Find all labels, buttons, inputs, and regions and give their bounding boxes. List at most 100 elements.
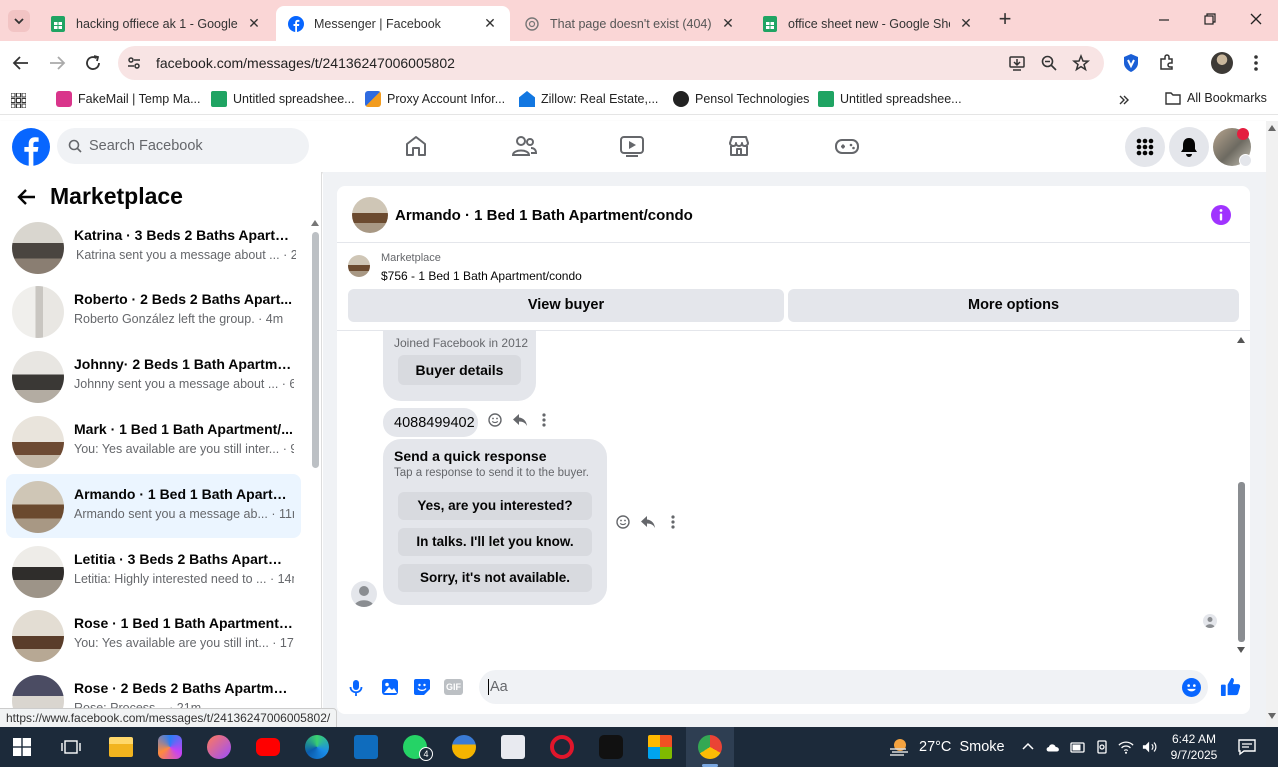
browser-tab-sheet-2[interactable]: office sheet new - Google Shee ✕ <box>750 6 986 41</box>
quick-response-in-talks[interactable]: In talks. I'll let you know. <box>398 528 592 556</box>
close-icon[interactable]: ✕ <box>482 15 498 32</box>
more-dots-icon[interactable] <box>541 412 547 428</box>
notification-center-icon[interactable] <box>1238 738 1256 756</box>
close-icon[interactable]: ✕ <box>246 15 262 32</box>
scroll-down-icon[interactable] <box>1268 713 1276 719</box>
emoji-icon[interactable] <box>1182 678 1201 697</box>
volume-icon[interactable] <box>1142 739 1158 755</box>
install-app-icon[interactable] <box>1008 54 1026 72</box>
bookmark-spreadsheet-1[interactable]: Untitled spreadshee... <box>211 91 355 107</box>
more-bookmarks-chevron-icon[interactable] <box>1118 94 1130 106</box>
listing-summary[interactable]: Marketplace $756 - 1 Bed 1 Bath Apartmen… <box>337 243 1250 287</box>
opera-icon[interactable] <box>550 735 574 759</box>
tab-search-button[interactable] <box>8 10 30 32</box>
outlook-icon[interactable] <box>354 735 378 759</box>
profile-avatar[interactable] <box>1211 52 1233 74</box>
zoom-icon[interactable] <box>1040 54 1058 72</box>
bookmark-spreadsheet-2[interactable]: Untitled spreadshee... <box>818 91 962 107</box>
apps-grid-icon[interactable] <box>11 93 26 108</box>
device-icon[interactable] <box>1094 739 1110 755</box>
file-explorer-icon[interactable] <box>109 737 133 757</box>
browser-tab-sheet-1[interactable]: hacking offiece ak 1 - Google S ✕ <box>38 6 274 41</box>
thumbs-up-icon[interactable] <box>1220 676 1241 697</box>
info-icon[interactable] <box>1211 205 1231 225</box>
wifi-icon[interactable] <box>1118 739 1134 755</box>
task-view-icon[interactable] <box>61 738 81 756</box>
chat-avatar[interactable] <box>352 197 388 233</box>
chrome-taskbar-button[interactable] <box>686 727 734 767</box>
facebook-logo-icon[interactable] <box>12 128 50 166</box>
extensions-puzzle-icon[interactable] <box>1158 53 1176 71</box>
youtube-icon[interactable] <box>256 738 280 756</box>
close-icon[interactable]: ✕ <box>720 15 736 32</box>
site-settings-icon[interactable] <box>126 55 142 71</box>
whatsapp-icon[interactable]: 4 <box>403 735 433 761</box>
pinned-app-icon[interactable] <box>207 735 231 759</box>
restore-button[interactable] <box>1198 10 1222 30</box>
weather-text[interactable]: 27°C Smoke <box>919 739 1005 755</box>
close-window-button[interactable] <box>1244 10 1268 30</box>
scroll-thumb[interactable] <box>1238 482 1245 642</box>
reply-icon[interactable] <box>640 515 656 529</box>
message-bubble-phone[interactable]: 4088499402 <box>383 408 478 437</box>
react-emoji-icon[interactable] <box>488 413 502 427</box>
video-icon[interactable] <box>619 134 645 158</box>
bookmark-star-icon[interactable] <box>1072 54 1090 72</box>
vpn-shield-icon[interactable] <box>1122 53 1140 73</box>
onedrive-cloud-icon[interactable] <box>1045 739 1061 755</box>
reload-icon[interactable] <box>84 54 102 72</box>
all-bookmarks-button[interactable]: All Bookmarks <box>1165 91 1267 105</box>
reply-icon[interactable] <box>512 413 528 427</box>
marketplace-icon[interactable] <box>727 134 751 158</box>
view-buyer-button[interactable]: View buyer <box>348 289 784 322</box>
close-icon[interactable]: ✕ <box>958 15 974 32</box>
message-input[interactable]: Aa <box>479 670 1208 704</box>
page-scrollbar[interactable] <box>1266 121 1278 727</box>
home-icon[interactable] <box>404 134 428 158</box>
copilot-icon[interactable] <box>158 735 182 759</box>
forward-arrow-icon[interactable] <box>48 54 66 72</box>
edge-icon[interactable] <box>305 735 329 759</box>
facebook-search-box[interactable]: Search Facebook <box>57 128 309 164</box>
address-bar[interactable]: facebook.com/messages/t/2413624700600580… <box>118 46 1104 80</box>
url-text[interactable]: facebook.com/messages/t/2413624700600580… <box>156 55 455 71</box>
new-tab-button[interactable]: + <box>994 8 1016 30</box>
account-avatar[interactable] <box>1213 128 1252 167</box>
weather-icon[interactable] <box>888 736 910 758</box>
chrome-menu-icon[interactable] <box>1250 53 1262 73</box>
minimize-button[interactable] <box>1152 10 1176 30</box>
conversation-roberto[interactable]: Roberto · 2 Beds 2 Baths Apart... Robert… <box>6 279 301 343</box>
sticker-icon[interactable] <box>413 678 431 696</box>
back-arrow-icon[interactable] <box>17 188 37 206</box>
bookmark-fakemail[interactable]: FakeMail | Temp Ma... <box>56 91 201 107</box>
pinned-app-icon[interactable] <box>501 735 525 759</box>
scroll-up-icon[interactable] <box>311 220 319 226</box>
battery-icon[interactable] <box>1070 739 1086 755</box>
gaming-icon[interactable] <box>834 134 860 158</box>
windows-start-icon[interactable] <box>13 738 31 756</box>
back-arrow-icon[interactable] <box>12 54 30 72</box>
react-emoji-icon[interactable] <box>616 515 630 529</box>
conversation-armando[interactable]: Armando · 1 Bed 1 Bath Apartm... Armando… <box>6 474 301 538</box>
scroll-thumb[interactable] <box>312 232 319 468</box>
gif-icon[interactable]: GIF <box>444 679 463 695</box>
more-options-button[interactable]: More options <box>788 289 1239 322</box>
message-scrollbar[interactable] <box>1235 331 1247 656</box>
scroll-up-icon[interactable] <box>1268 125 1276 131</box>
conversation-letitia[interactable]: Letitia · 3 Beds 2 Baths Apartme... Leti… <box>6 539 301 603</box>
more-dots-icon[interactable] <box>670 514 676 530</box>
clock[interactable]: 6:42 AM 9/7/2025 <box>1166 731 1222 763</box>
photo-icon[interactable] <box>381 678 399 696</box>
quick-response-yes[interactable]: Yes, are you interested? <box>398 492 592 520</box>
scroll-up-icon[interactable] <box>1237 337 1245 343</box>
show-hidden-icons-chevron-icon[interactable] <box>1022 741 1034 751</box>
award-app-icon[interactable] <box>452 735 476 759</box>
buyer-details-button[interactable]: Buyer details <box>398 355 521 385</box>
notifications-button[interactable] <box>1169 127 1209 167</box>
quick-response-not-available[interactable]: Sorry, it's not available. <box>398 564 592 592</box>
conversation-katrina[interactable]: Katrina · 3 Beds 2 Baths Apartm... Katri… <box>6 215 301 279</box>
sender-avatar[interactable] <box>351 581 377 607</box>
bookmark-proxy[interactable]: Proxy Account Infor... <box>365 91 505 107</box>
menu-button[interactable] <box>1125 127 1165 167</box>
conversation-rose-1[interactable]: Rose · 1 Bed 1 Bath Apartment/c... You: … <box>6 603 301 667</box>
